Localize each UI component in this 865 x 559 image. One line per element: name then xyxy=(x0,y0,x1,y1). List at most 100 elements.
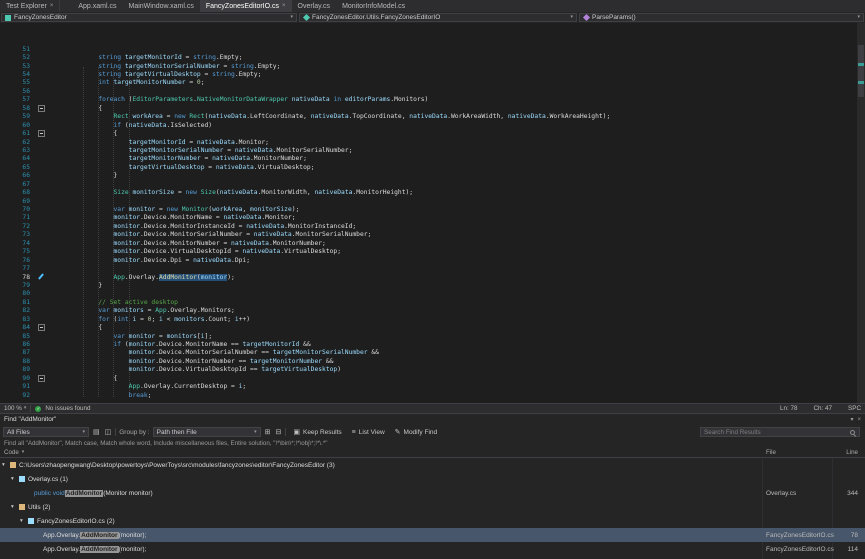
tab-MainWindow.xaml.cs[interactable]: MainWindow.xaml.cs xyxy=(123,0,200,12)
group-by-dropdown[interactable]: Path then File ▾ xyxy=(153,427,261,437)
code-line[interactable]: 78 App.Overlay.AddMonitor(monitor); xyxy=(0,273,849,281)
code-line[interactable]: 58 { xyxy=(0,104,849,112)
member-dropdown[interactable]: ParseParams() ▾ xyxy=(579,13,864,22)
code-line[interactable]: 60 if (nativeData.IsSelected) xyxy=(0,121,849,129)
line-number: 69 xyxy=(0,198,36,205)
code-line[interactable]: 61 { xyxy=(0,129,849,137)
modify-find-button[interactable]: ✎ Modify Find xyxy=(391,427,440,437)
line-number: 75 xyxy=(0,248,36,255)
open-results-icon[interactable]: ◫ xyxy=(104,429,113,436)
code-line[interactable]: 67 xyxy=(0,180,849,188)
find-result-row[interactable]: App.Overlay.AddMonitor(monitor);FancyZon… xyxy=(0,542,865,556)
tab-Test Explorer[interactable]: Test Explorer× xyxy=(0,0,60,12)
code-line[interactable]: 90 { xyxy=(0,374,849,382)
scope-dropdown[interactable]: All Files ▾ xyxy=(3,427,89,437)
tab-FancyZonesEditorIO.cs[interactable]: FancyZonesEditorIO.cs× xyxy=(200,0,292,12)
code-editor[interactable]: 5152 string targetMonitorId = string.Emp… xyxy=(0,23,865,403)
code-line[interactable]: 56 xyxy=(0,87,849,95)
expand-all-icon[interactable]: ⊞ xyxy=(264,429,272,436)
code-line[interactable]: 65 targetVirtualDesktop = nativeData.Vir… xyxy=(0,163,849,171)
close-icon[interactable]: × xyxy=(857,417,861,423)
line-column-header[interactable]: Line xyxy=(836,449,858,456)
code-line[interactable]: 79 } xyxy=(0,281,849,289)
find-group-row[interactable]: ▾C:\Users\zhaopengwang\Desktop\powertoys… xyxy=(0,458,865,472)
chevron-down-icon[interactable]: ▾ xyxy=(11,476,19,482)
chevron-down-icon[interactable]: ▾ xyxy=(20,518,28,524)
copy-icon[interactable]: ▤ xyxy=(92,429,101,436)
code-line[interactable]: 74 monitor.Device.MonitorNumber = native… xyxy=(0,239,849,247)
health-indicator-icon[interactable]: ✓ xyxy=(35,406,41,412)
code-line[interactable]: 85 var monitor = monitors[i]; xyxy=(0,332,849,340)
close-icon[interactable]: × xyxy=(50,3,54,9)
code-line[interactable]: 71 monitor.Device.MonitorName = nativeDa… xyxy=(0,214,849,222)
code-line[interactable]: 62 targetMonitorId = nativeData.Monitor; xyxy=(0,138,849,146)
find-result-row[interactable]: App.Overlay.AddMonitor(monitor);FancyZon… xyxy=(0,528,865,542)
code-line[interactable]: 76 monitor.Device.Dpi = nativeData.Dpi; xyxy=(0,256,849,264)
code-line[interactable]: 81 // Set active desktop xyxy=(0,298,849,306)
list-view-button[interactable]: ≡ List View xyxy=(348,427,388,437)
tab-App.xaml.cs[interactable]: App.xaml.cs xyxy=(72,0,122,12)
fold-marker-icon[interactable] xyxy=(38,130,45,137)
file-column-header[interactable]: File xyxy=(766,449,776,456)
collapse-all-icon[interactable]: ⊟ xyxy=(274,429,282,436)
search-find-results-box[interactable] xyxy=(700,427,860,437)
code-line[interactable]: 72 monitor.Device.MonitorInstanceId = na… xyxy=(0,222,849,230)
code-line[interactable]: 82 var monitors = App.Overlay.Monitors; xyxy=(0,307,849,315)
find-result-row[interactable]: public void AddMonitor(Monitor monitor)O… xyxy=(0,486,865,500)
zoom-control[interactable]: 100 % ▾ xyxy=(4,405,26,412)
code-line[interactable]: 75 monitor.Device.VirtualDesktopId = nat… xyxy=(0,248,849,256)
code-line[interactable]: 54 string targetVirtualDesktop = string.… xyxy=(0,70,849,78)
code-text: targetMonitorNumber = nativeData.Monitor… xyxy=(50,155,307,162)
code-text: monitor.Device.MonitorSerialNumber = nat… xyxy=(50,231,371,238)
type-dropdown[interactable]: FancyZonesEditor.Utils.FancyZonesEditorI… xyxy=(299,13,577,22)
chevron-down-icon[interactable]: ▾ xyxy=(2,462,10,468)
find-group-row[interactable]: ▾Overlay.cs (1) xyxy=(0,472,865,486)
chevron-down-icon[interactable]: ▾ xyxy=(850,416,853,423)
fold-marker-icon[interactable] xyxy=(38,324,45,331)
code-line[interactable]: 53 string targetMonitorSerialNumber = st… xyxy=(0,62,849,70)
code-line[interactable]: 86 if (monitor.Device.MonitorName == tar… xyxy=(0,340,849,348)
glyph-margin xyxy=(36,239,50,247)
keep-results-button[interactable]: ▣ Keep Results xyxy=(289,427,344,437)
code-line[interactable]: 73 monitor.Device.MonitorSerialNumber = … xyxy=(0,231,849,239)
result-text: (Monitor monitor) xyxy=(103,490,152,497)
code-line[interactable]: 88 monitor.Device.MonitorNumber == targe… xyxy=(0,357,849,365)
code-line[interactable]: 64 targetMonitorNumber = nativeData.Moni… xyxy=(0,155,849,163)
code-line[interactable]: 77 xyxy=(0,264,849,272)
code-line[interactable]: 80 xyxy=(0,290,849,298)
code-text: App.Overlay.CurrentDesktop = i; xyxy=(50,383,246,390)
find-group-row[interactable]: ▾Utils (2) xyxy=(0,500,865,514)
code-line[interactable]: 87 monitor.Device.MonitorSerialNumber ==… xyxy=(0,349,849,357)
find-group-row[interactable]: ▾FancyZonesEditorIO.cs (2) xyxy=(0,514,865,528)
project-dropdown[interactable]: FancyZonesEditor ▾ xyxy=(1,13,297,22)
code-line[interactable]: 92 break; xyxy=(0,391,849,399)
code-line[interactable]: 52 string targetMonitorId = string.Empty… xyxy=(0,53,849,61)
code-line[interactable]: 70 var monitor = new Monitor(workArea, m… xyxy=(0,205,849,213)
code-line[interactable]: 84 { xyxy=(0,323,849,331)
chevron-down-icon[interactable]: ▾ xyxy=(11,504,19,510)
code-line[interactable]: 91 App.Overlay.CurrentDesktop = i; xyxy=(0,383,849,391)
code-line[interactable]: 68 Size monitorSize = new Size(nativeDat… xyxy=(0,188,849,196)
close-icon[interactable]: × xyxy=(282,3,286,9)
code-line[interactable]: 63 targetMonitorSerialNumber = nativeDat… xyxy=(0,146,849,154)
tab-Overlay.cs[interactable]: Overlay.cs xyxy=(292,0,337,12)
code-line[interactable]: 59 Rect workArea = new Rect(nativeData.L… xyxy=(0,113,849,121)
code-line[interactable]: 51 xyxy=(0,45,849,53)
fold-marker-icon[interactable] xyxy=(38,375,45,382)
code-line[interactable]: 69 xyxy=(0,197,849,205)
code-line[interactable]: 66 } xyxy=(0,172,849,180)
fold-marker-icon[interactable] xyxy=(38,105,45,112)
code-line[interactable]: 89 monitor.Device.VirtualDesktopId == ta… xyxy=(0,366,849,374)
editor-scrollbar[interactable] xyxy=(857,23,865,403)
scrollbar-thumb[interactable] xyxy=(858,45,864,97)
code-line[interactable]: 83 for (int i = 0; i < monitors.Count; i… xyxy=(0,315,849,323)
edit-marker-icon xyxy=(38,273,44,280)
line-number: 89 xyxy=(0,366,36,373)
search-input[interactable] xyxy=(701,428,859,436)
code-column-header[interactable]: Code ▾ xyxy=(4,448,24,457)
find-panel-titlebar[interactable]: Find "AddMonitor" ▾ × xyxy=(0,414,865,425)
glyph-margin xyxy=(36,163,50,171)
tab-MonitorInfoModel.cs[interactable]: MonitorInfoModel.cs xyxy=(336,0,411,12)
code-line[interactable]: 57 foreach (EditorParameters.NativeMonit… xyxy=(0,96,849,104)
code-line[interactable]: 55 int targetMonitorNumber = 0; xyxy=(0,79,849,87)
